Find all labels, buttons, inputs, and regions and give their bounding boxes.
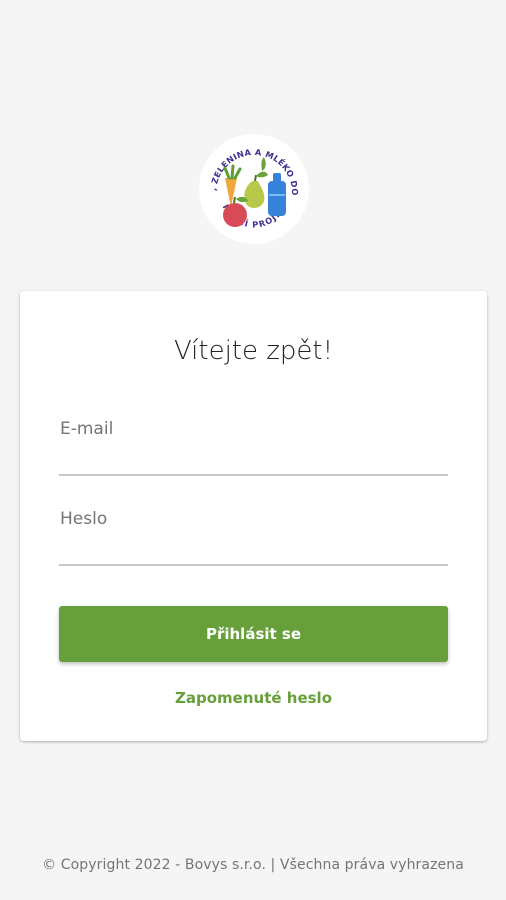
password-field[interactable]: Heslo (59, 506, 448, 566)
login-card: Vítejte zpět! E-mail Heslo Přihlásit se … (20, 291, 487, 741)
footer-copyright: © Copyright 2022 - Bovys s.r.o. | Všechn… (42, 857, 464, 873)
login-button[interactable]: Přihlásit se (59, 606, 448, 662)
email-field-label: E-mail (60, 419, 114, 439)
school-project-logo: OVOCE, ZELENINA A MLÉKO DO ŠKOL ŠKOLNÍ P… (194, 124, 310, 245)
email-field-underline (59, 474, 448, 476)
password-field-underline (59, 564, 448, 566)
page-title: Vítejte zpět! (173, 336, 334, 366)
school-project-logo-graphic: OVOCE, ZELENINA A MLÉKO DO ŠKOL ŠKOLNÍ P… (194, 124, 309, 244)
password-field-label: Heslo (60, 509, 108, 529)
email-field[interactable]: E-mail (59, 416, 448, 476)
forgot-password-link[interactable]: Zapomenuté heslo (20, 689, 487, 707)
